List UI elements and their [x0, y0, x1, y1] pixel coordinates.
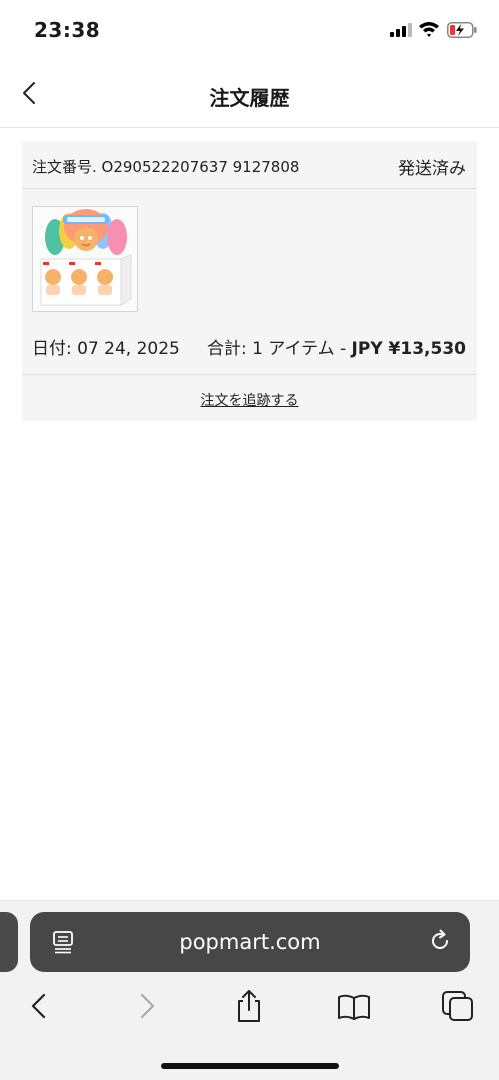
track-order-link[interactable]: 注文を追跡する [22, 390, 477, 410]
status-bar: 23:38 [0, 0, 499, 60]
home-indicator[interactable] [161, 1063, 339, 1069]
tabs-icon[interactable] [440, 989, 476, 1023]
order-total: 合計: 1 アイテム - JPY ¥13,530 [207, 334, 466, 359]
product-blind-box-image[interactable] [32, 206, 138, 312]
order-number: 注文番号. O290522207637 9127808 [32, 158, 300, 176]
page-header: 注文履歴 [0, 60, 499, 128]
forward-arrow-icon[interactable] [128, 989, 164, 1023]
order-footer: 注文を追跡する [22, 374, 477, 421]
address-bar[interactable]: popmart.com [30, 912, 470, 972]
wifi-icon [419, 22, 439, 37]
order-status: 発送済み [398, 159, 466, 179]
url-text: popmart.com [179, 930, 321, 954]
browser-toolbar-area: popmart.com [0, 900, 499, 1080]
reload-icon[interactable] [428, 929, 452, 953]
page-title: 注文履歴 [209, 86, 290, 110]
order-card[interactable]: 注文番号. O290522207637 9127808 発送済み 日付: 07 … [22, 141, 477, 421]
battery-charging-icon [447, 22, 477, 38]
status-time: 23:38 [34, 18, 101, 42]
share-icon[interactable] [231, 989, 267, 1023]
order-header: 注文番号. O290522207637 9127808 発送済み [22, 141, 477, 189]
signal-icon [390, 23, 412, 37]
back-arrow-icon[interactable] [22, 989, 58, 1023]
order-total-prefix: 合計: 1 アイテム - [206, 339, 352, 359]
previous-tab-preview[interactable] [0, 912, 18, 972]
order-total-price: JPY ¥13,530 [351, 339, 466, 359]
order-date: 日付: 07 24, 2025 [32, 339, 180, 359]
bookmarks-icon[interactable] [336, 989, 372, 1023]
